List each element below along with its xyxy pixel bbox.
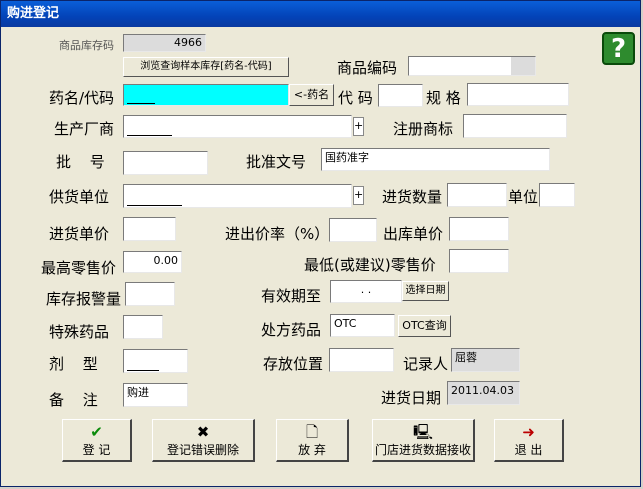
product-code-field-end [511, 57, 535, 75]
stock-alert-label: 库存报警量 [46, 290, 122, 308]
outbound-price-field[interactable] [449, 217, 509, 241]
outbound-price-label: 出库单价 [383, 225, 444, 243]
storage-label: 存放位置 [263, 355, 324, 373]
underline-mark [127, 205, 182, 206]
supplier-label: 供货单位 [49, 188, 110, 206]
approval-no-field[interactable]: 国药准字 [321, 148, 550, 171]
max-retail-field[interactable]: 0.00 [123, 251, 182, 273]
manufacturer-field[interactable] [123, 115, 352, 138]
special-drug-label: 特殊药品 [49, 323, 110, 341]
receive-data-button-label: 门店进货数据接收 [374, 443, 471, 457]
delete-record-icon: ✖ [196, 423, 210, 441]
purchase-date-field: 2011.04.03 [447, 381, 520, 405]
markup-rate-field[interactable] [329, 218, 377, 242]
delete-error-button-label: 登记错误删除 [166, 443, 239, 457]
underline-mark [127, 370, 159, 371]
add-supplier-button[interactable]: + [353, 186, 364, 205]
exit-door-icon: ➜ [522, 423, 535, 441]
supplier-field[interactable] [123, 184, 352, 208]
add-manufacturer-button[interactable]: + [353, 117, 364, 136]
max-retail-label: 最高零售价 [41, 259, 117, 277]
min-retail-field[interactable] [449, 249, 509, 273]
main-window: 购进登记 ? 商品库存码 4966 浏览查询样本库存[药名-代码] 商品编码 药… [0, 0, 641, 487]
document-icon: 🗋 [305, 423, 319, 441]
exit-button[interactable]: ➜ 退 出 [494, 419, 564, 462]
register-button-label: 登 记 [82, 443, 111, 457]
stock-qty-label: 商品库存码 [59, 39, 114, 52]
purchase-price-label: 进货单价 [49, 225, 110, 243]
stock-alert-field[interactable] [125, 282, 175, 306]
unit-field[interactable] [539, 183, 575, 207]
purchase-qty-field[interactable] [447, 183, 507, 207]
manufacturer-label: 生产厂商 [54, 120, 115, 138]
spec-field[interactable] [467, 83, 569, 106]
drug-name-label: 药名/代码 [49, 89, 115, 107]
select-date-button[interactable]: 选择日期 [402, 281, 449, 301]
delete-error-button[interactable]: ✖ 登记错误删除 [152, 419, 255, 462]
purchase-price-field[interactable] [123, 217, 176, 241]
code-label: 代 码 [338, 89, 373, 107]
unit-label: 单位 [508, 188, 539, 206]
discard-button[interactable]: 🗋 放 弃 [276, 419, 349, 462]
recorder-field: 屈蓉 [451, 348, 520, 372]
computer-icon: 🖳 [412, 423, 433, 441]
min-retail-label: 最低(或建议)零售价 [304, 256, 436, 274]
stock-qty-field: 4966 [123, 34, 206, 52]
trademark-field[interactable] [463, 114, 567, 138]
window-title: 购进登记 [1, 1, 640, 27]
expiry-field[interactable]: . . [330, 280, 402, 303]
prescription-label: 处方药品 [261, 321, 322, 339]
check-icon: ✔ [90, 423, 103, 441]
receive-data-button[interactable]: 🖳 门店进货数据接收 [372, 419, 475, 462]
markup-rate-label: 进出价率（%） [225, 225, 330, 243]
purchase-qty-label: 进货数量 [382, 188, 443, 206]
trademark-label: 注册商标 [393, 120, 454, 138]
help-icon[interactable]: ? [602, 32, 635, 65]
browse-sample-stock-button[interactable]: 浏览查询样本库存[药名-代码] [123, 57, 289, 77]
batch-no-label: 批 号 [56, 153, 105, 171]
code-field[interactable] [378, 84, 423, 107]
drug-name-input[interactable] [123, 84, 289, 106]
remark-label: 备 注 [49, 391, 98, 409]
dosage-form-field[interactable] [123, 349, 188, 373]
storage-field[interactable] [329, 348, 394, 372]
underline-mark [127, 135, 172, 136]
underline-mark [127, 103, 155, 104]
spec-label: 规 格 [426, 89, 461, 107]
batch-no-field[interactable] [123, 151, 208, 175]
lookup-drug-name-button[interactable]: <-药名 [289, 84, 334, 106]
expiry-label: 有效期至 [261, 287, 322, 305]
exit-button-label: 退 出 [514, 443, 543, 457]
register-button[interactable]: ✔ 登 记 [62, 419, 132, 462]
recorder-label: 记录人 [403, 355, 449, 373]
product-code-label: 商品编码 [337, 59, 398, 77]
approval-no-label: 批准文号 [246, 153, 307, 171]
purchase-date-label: 进货日期 [381, 389, 442, 407]
dosage-form-label: 剂 型 [49, 355, 98, 373]
discard-button-label: 放 弃 [298, 443, 326, 457]
special-drug-field[interactable] [123, 315, 163, 339]
otc-query-button[interactable]: OTC查询 [398, 315, 451, 337]
remark-field[interactable]: 购进 [123, 383, 188, 407]
prescription-field[interactable]: OTC [330, 314, 395, 337]
